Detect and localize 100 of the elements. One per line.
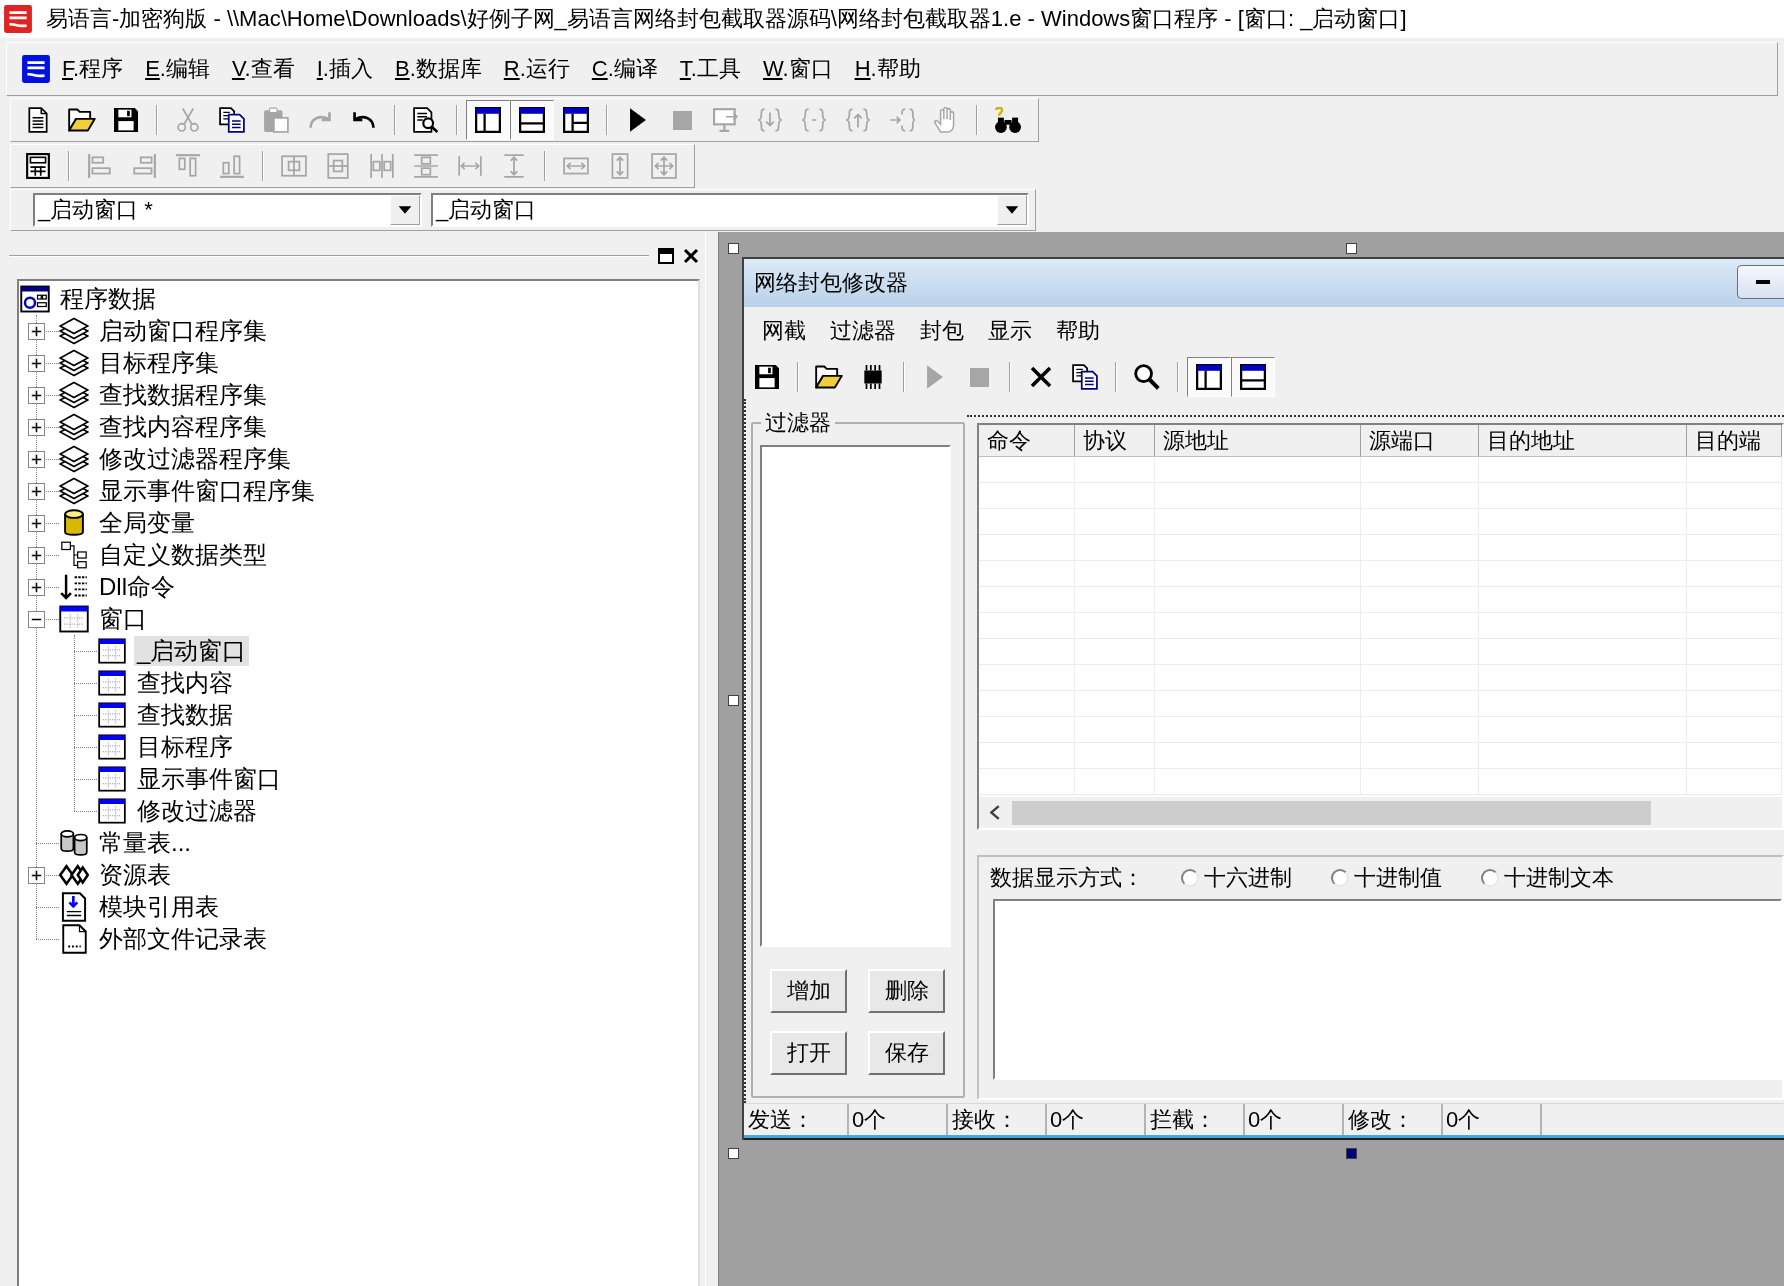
status-label: 修改：: [1348, 1105, 1414, 1134]
dropdown-button[interactable]: [390, 195, 420, 225]
tree-item[interactable]: 显示事件窗口: [134, 764, 284, 794]
radio-label[interactable]: 十六进制: [1204, 864, 1292, 892]
plus-box-icon[interactable]: [27, 418, 45, 436]
menu-item[interactable]: F.程序: [51, 49, 135, 89]
cross-icon: [1030, 366, 1052, 388]
app-icon: [3, 4, 33, 34]
tree-item[interactable]: 查找数据程序集: [96, 380, 270, 410]
splitter[interactable]: [705, 232, 719, 1286]
plus-box-icon[interactable]: [27, 386, 45, 404]
tree-item[interactable]: 程序数据: [57, 284, 159, 314]
tree-item[interactable]: Dll命令: [96, 572, 178, 602]
tree-item[interactable]: 目标程序集: [96, 348, 222, 378]
plus-box-icon[interactable]: [27, 354, 45, 372]
radio-label[interactable]: 十进制文本: [1504, 864, 1614, 892]
menu-item[interactable]: I.插入: [305, 49, 384, 89]
column-header[interactable]: 目的地址: [1479, 425, 1687, 456]
window-icon: [98, 734, 126, 760]
arrow-list-icon: [60, 573, 88, 601]
align-left-icon: [87, 153, 113, 179]
resize-handle[interactable]: [1346, 243, 1357, 254]
tree-item[interactable]: 外部文件记录表: [96, 924, 270, 954]
document-icon: [28, 107, 48, 133]
menu-item[interactable]: R.运行: [492, 49, 581, 89]
stop-icon: [672, 110, 692, 130]
toolbar-button[interactable]: [510, 100, 554, 140]
plus-box-icon[interactable]: [27, 450, 45, 468]
toolbar-button[interactable]: [466, 100, 510, 140]
plus-box-icon[interactable]: [27, 546, 45, 564]
form-button[interactable]: 保存: [868, 1031, 945, 1075]
plus-box-icon[interactable]: [27, 514, 45, 532]
toolbar-button[interactable]: [1187, 357, 1231, 397]
radio-button[interactable]: [1331, 869, 1349, 887]
menu-item[interactable]: B.数据库: [383, 49, 493, 89]
tree-item[interactable]: 查找内容程序集: [96, 412, 270, 442]
tree-item[interactable]: 资源表: [96, 860, 174, 890]
combo-box[interactable]: _启动窗口: [431, 193, 1029, 227]
tree-item[interactable]: 显示事件窗口程序集: [96, 476, 318, 506]
arrow-braces-icon: [889, 107, 915, 133]
scrollbar-thumb[interactable]: [1012, 800, 1651, 825]
radio-label[interactable]: 十进制值: [1354, 864, 1442, 892]
form-button[interactable]: 删除: [868, 969, 945, 1013]
tree-item[interactable]: 全局变量: [96, 508, 198, 538]
column-header[interactable]: 源端口: [1361, 425, 1479, 456]
dropdown-button[interactable]: [997, 195, 1027, 225]
horizontal-scrollbar[interactable]: [979, 797, 1782, 828]
toolbar-button[interactable]: [1231, 357, 1275, 397]
column-header[interactable]: 命令: [979, 425, 1075, 456]
resize-handle[interactable]: [728, 695, 739, 706]
radio-button[interactable]: [1181, 869, 1199, 887]
tree-item[interactable]: 修改过滤器程序集: [96, 444, 294, 474]
resize-handle[interactable]: [728, 243, 739, 254]
menu-item[interactable]: H.帮助: [843, 49, 932, 89]
menu-item[interactable]: V.查看: [220, 49, 306, 89]
column-header[interactable]: 源地址: [1155, 425, 1361, 456]
restore-icon[interactable]: [658, 247, 674, 264]
plus-box-icon[interactable]: [27, 866, 45, 884]
combo-box[interactable]: _启动窗口 *: [33, 193, 422, 227]
menu-item[interactable]: T.工具: [668, 49, 752, 89]
column-header[interactable]: 目的端: [1687, 425, 1782, 456]
form-button[interactable]: 增加: [770, 969, 847, 1013]
menu-item[interactable]: C.编译: [580, 49, 669, 89]
close-icon[interactable]: [683, 247, 699, 264]
resize-handle[interactable]: [1346, 1148, 1357, 1159]
form-button[interactable]: 打开: [770, 1031, 847, 1075]
minimize-button[interactable]: [1737, 265, 1784, 299]
menu-item[interactable]: 过滤器: [818, 313, 908, 349]
column-header[interactable]: 协议: [1075, 425, 1155, 456]
tree-item[interactable]: 目标程序: [134, 732, 236, 762]
plus-box-icon[interactable]: [27, 322, 45, 340]
tree-item[interactable]: 模块引用表: [96, 892, 222, 922]
align-right-icon: [131, 153, 157, 179]
menu-item[interactable]: 封包: [908, 313, 976, 349]
tree-item[interactable]: _启动窗口: [134, 636, 250, 666]
menu-item[interactable]: 显示: [976, 313, 1044, 349]
menu-item[interactable]: 帮助: [1044, 313, 1112, 349]
tree-item[interactable]: 修改过滤器: [134, 796, 260, 826]
menu-item[interactable]: 网截: [750, 313, 818, 349]
tree-item[interactable]: 启动窗口程序集: [96, 316, 270, 346]
undo-arrow-icon: [352, 110, 376, 130]
tree-item[interactable]: 常量表...: [96, 828, 194, 858]
tree-item[interactable]: 自定义数据类型: [96, 540, 270, 570]
tree-item[interactable]: 查找数据: [134, 700, 236, 730]
align-top-icon: [175, 153, 201, 179]
tree-item[interactable]: 查找内容: [134, 668, 236, 698]
menu-item[interactable]: W.窗口: [751, 49, 844, 89]
resize-handle[interactable]: [728, 1148, 739, 1159]
chevron-left-icon[interactable]: [990, 805, 1000, 820]
status-label: 拦截：: [1150, 1105, 1216, 1134]
braces-up-arrow-icon: [845, 107, 871, 133]
tree-item[interactable]: 窗口: [96, 604, 150, 634]
window-icon: [98, 798, 126, 824]
app-window-icon: [20, 284, 50, 314]
menu-item[interactable]: E.编辑: [134, 49, 221, 89]
minus-box-icon[interactable]: [27, 610, 45, 628]
radio-button[interactable]: [1481, 869, 1499, 887]
window-grid-icon: [563, 107, 589, 133]
plus-box-icon[interactable]: [27, 578, 45, 596]
plus-box-icon[interactable]: [27, 482, 45, 500]
